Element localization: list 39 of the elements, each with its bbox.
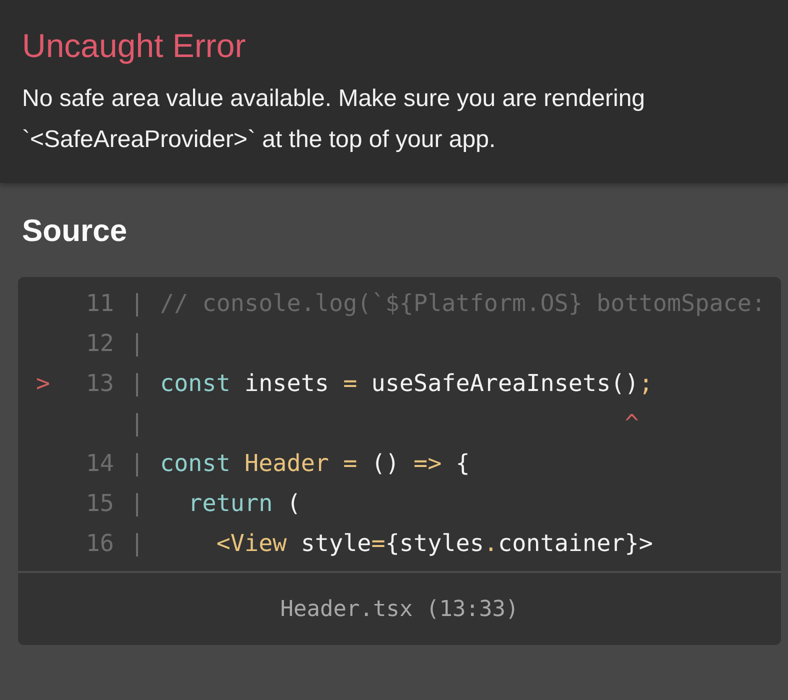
- gutter-separator: |: [128, 329, 146, 357]
- line-number: 11: [84, 289, 114, 317]
- gutter-separator: |: [128, 289, 146, 317]
- code-token: =: [343, 369, 358, 397]
- line-number: 12: [84, 329, 114, 357]
- code-token: =>: [414, 449, 442, 477]
- section-heading: Source: [22, 213, 128, 249]
- error-caret: ^: [624, 409, 639, 437]
- gutter-separator: |: [128, 369, 146, 397]
- code-token: Header: [244, 449, 329, 477]
- line-number: 13: [84, 369, 114, 397]
- gutter-separator: |: [128, 529, 146, 557]
- code-token: =: [342, 449, 358, 477]
- line-number: 16: [84, 529, 114, 557]
- gutter-separator: |: [128, 489, 146, 517]
- code-token: const: [160, 369, 230, 397]
- code-token: ;: [638, 369, 653, 397]
- code-token: container}>: [498, 529, 653, 557]
- code-token: <View: [215, 529, 287, 557]
- code-token: return: [187, 489, 273, 517]
- line-number: 15: [84, 489, 114, 517]
- code-token: (): [370, 449, 400, 477]
- code-token: ): [624, 369, 639, 397]
- code-token: {styles: [385, 529, 484, 557]
- gutter-separator: |: [128, 449, 146, 477]
- error-line-marker: >: [36, 369, 52, 397]
- code-token: const: [160, 449, 230, 477]
- line-number: 14: [84, 449, 114, 477]
- error-message: No safe area value available. Make sure you are rendering `<SafeAreaProvider>` at the top of your app.: [22, 84, 646, 155]
- source-location[interactable]: Header.tsx (13:33): [280, 596, 519, 622]
- code-token: (: [286, 489, 301, 517]
- code-token: .: [484, 529, 498, 557]
- gutter-separator: |: [128, 409, 146, 437]
- code-token: style: [300, 529, 372, 557]
- code-token: =: [371, 529, 386, 557]
- code-token: useSafeAreaInsets(: [370, 369, 625, 397]
- code-token: {: [454, 449, 470, 477]
- error-title: Uncaught Error: [22, 26, 247, 66]
- code-token: insets: [244, 369, 330, 397]
